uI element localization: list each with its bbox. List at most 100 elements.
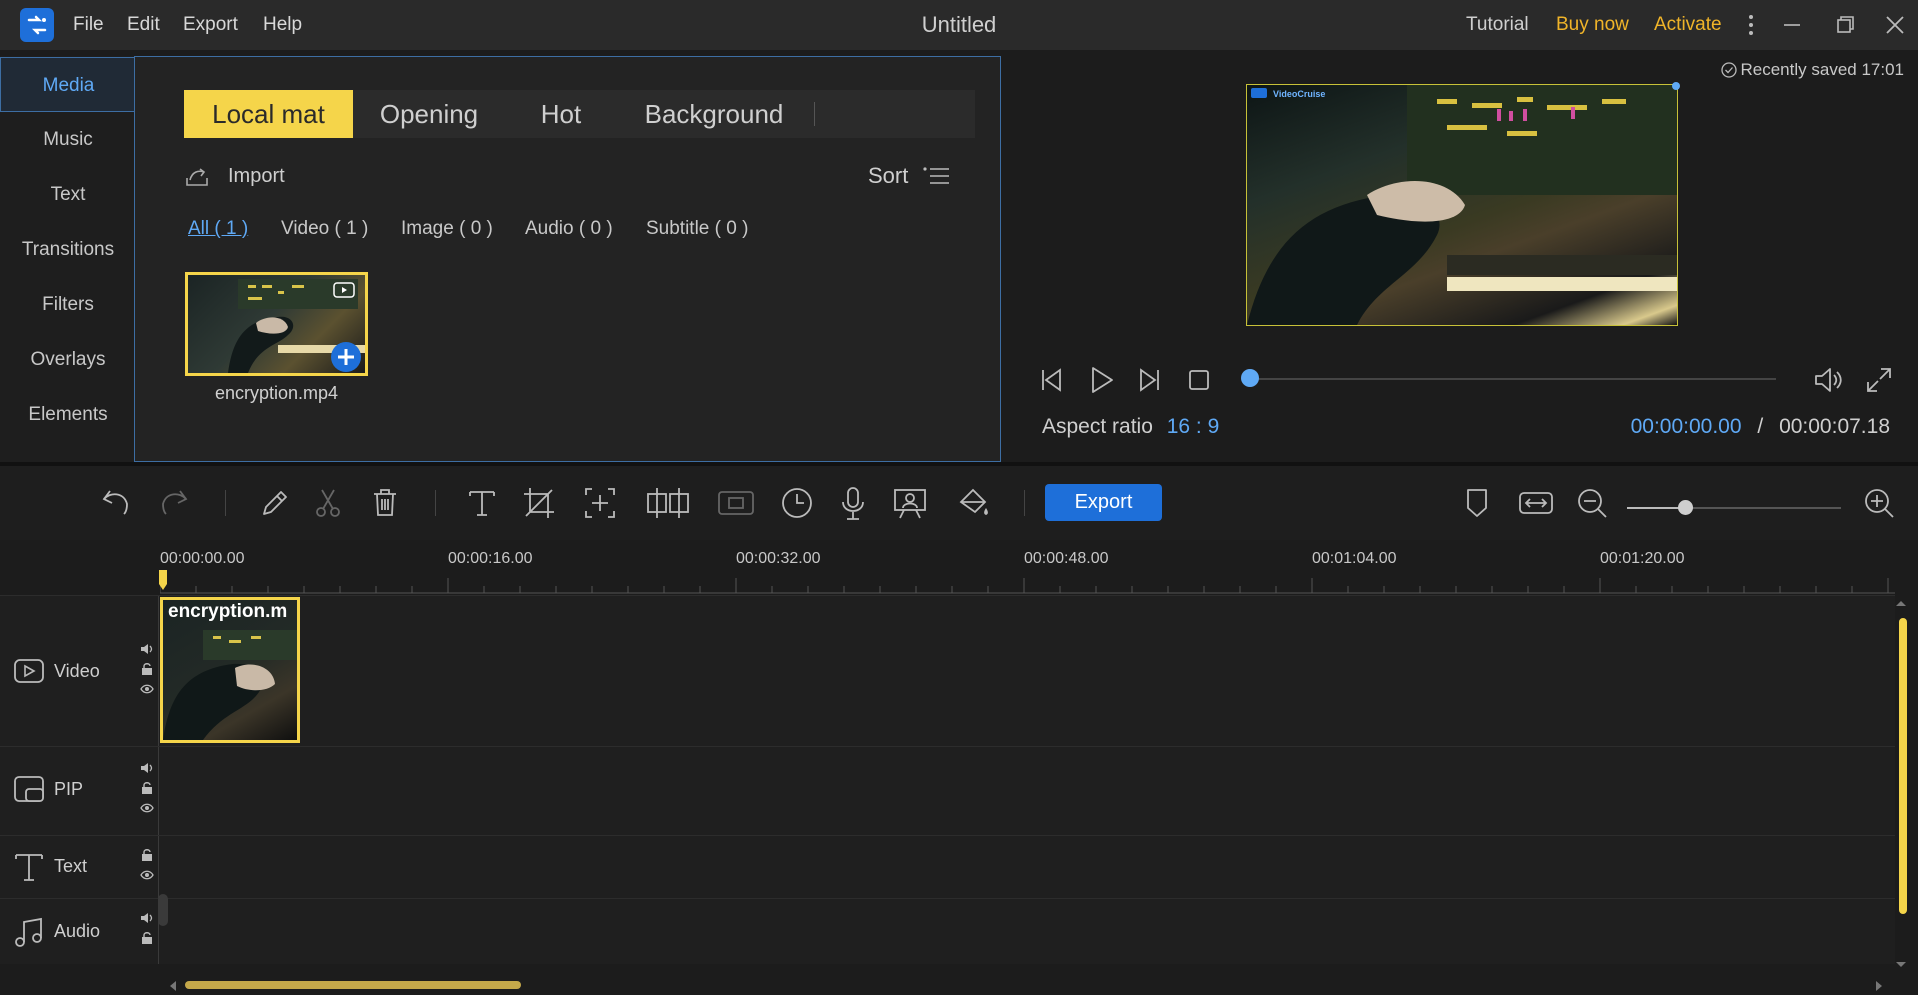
crop-icon[interactable] (520, 484, 558, 522)
ruler-ticks (160, 578, 1895, 594)
add-to-timeline-icon[interactable] (330, 341, 362, 373)
import-button[interactable]: Import (184, 165, 285, 188)
timeline-ruler[interactable]: 00:00:00.00 00:00:16.00 00:00:32.00 00:0… (160, 540, 1895, 594)
playback-progress-track[interactable] (1246, 378, 1776, 380)
more-options-icon[interactable] (1736, 10, 1766, 40)
speaker-icon[interactable] (140, 642, 154, 656)
aspect-ratio: Aspect ratio 16 : 9 (1042, 415, 1219, 439)
filter-all[interactable]: All ( 1 ) (188, 218, 248, 240)
filter-video[interactable]: Video ( 1 ) (281, 218, 368, 240)
current-time: 00:00:00.00 (1630, 415, 1742, 438)
filter-image[interactable]: Image ( 0 ) (401, 218, 493, 240)
playback-progress-knob[interactable] (1241, 369, 1259, 387)
track-header: PIP (0, 747, 158, 835)
video-track-icon (12, 654, 46, 688)
scroll-right-arrow-icon[interactable] (1874, 980, 1884, 992)
play-icon[interactable] (1085, 364, 1117, 396)
tab-opening[interactable]: Opening (353, 90, 505, 138)
cut-icon[interactable] (309, 484, 347, 522)
prev-frame-icon[interactable] (1036, 364, 1068, 396)
speaker-icon[interactable] (140, 911, 154, 925)
paint-bucket-icon[interactable] (955, 484, 993, 522)
nav-overlays[interactable]: Overlays (0, 332, 136, 387)
toolbar-divider (435, 490, 436, 516)
buy-now-link[interactable]: Buy now (1556, 14, 1629, 36)
fit-timeline-icon[interactable] (1516, 484, 1556, 522)
mosaic-icon[interactable] (716, 484, 756, 522)
document-title: Untitled (921, 12, 997, 37)
horizontal-scrollbar-thumb[interactable] (185, 981, 521, 989)
clip-title: encryption.m (168, 601, 288, 622)
text-tool-icon[interactable] (463, 484, 501, 522)
nav-transitions[interactable]: Transitions (0, 222, 136, 277)
nav-elements[interactable]: Elements (0, 387, 136, 442)
toolbar-divider (225, 490, 226, 516)
edit-pencil-icon[interactable] (255, 484, 293, 522)
sort-label: Sort (868, 163, 909, 188)
stop-icon[interactable] (1183, 364, 1215, 396)
sort-button[interactable]: Sort (868, 163, 950, 189)
close-icon[interactable] (1880, 10, 1910, 40)
track-label: Text (54, 856, 88, 876)
vertical-scrollbar-thumb[interactable] (1899, 618, 1907, 914)
scroll-left-arrow-icon[interactable] (168, 980, 178, 992)
zoom-frame-icon[interactable] (581, 484, 619, 522)
video-type-icon (333, 280, 355, 298)
tab-hot[interactable]: Hot (505, 90, 617, 138)
eye-icon[interactable] (140, 801, 154, 815)
track-divider (158, 596, 159, 746)
eye-icon[interactable] (140, 682, 154, 696)
activate-link[interactable]: Activate (1654, 14, 1722, 36)
zoom-slider-knob[interactable] (1678, 500, 1693, 515)
aspect-ratio-label: Aspect ratio (1042, 415, 1153, 438)
scroll-down-arrow-icon[interactable] (1894, 960, 1908, 970)
microphone-icon[interactable] (834, 484, 872, 522)
export-button[interactable]: Export (1045, 484, 1162, 521)
redo-icon[interactable] (156, 484, 194, 522)
undo-icon[interactable] (96, 484, 134, 522)
next-frame-icon[interactable] (1133, 364, 1165, 396)
lock-icon[interactable] (140, 848, 154, 862)
filter-subtitle[interactable]: Subtitle ( 0 ) (646, 218, 748, 240)
fullscreen-icon[interactable] (1863, 364, 1895, 396)
filter-audio[interactable]: Audio ( 0 ) (525, 218, 613, 240)
nav-music[interactable]: Music (0, 112, 136, 167)
nav-filters[interactable]: Filters (0, 277, 136, 332)
track-audio: Audio (0, 898, 1895, 964)
zoom-out-icon[interactable] (1573, 484, 1611, 522)
scroll-up-arrow-icon[interactable] (1894, 598, 1908, 608)
speaker-icon[interactable] (140, 761, 154, 775)
track-controls (140, 642, 156, 702)
lock-icon[interactable] (140, 931, 154, 945)
minimize-icon[interactable] (1777, 10, 1807, 40)
restore-icon[interactable] (1830, 10, 1860, 40)
eye-icon[interactable] (140, 868, 154, 882)
time-display: 00:00:00.00 / 00:00:07.18 (1631, 415, 1890, 439)
zoom-in-icon[interactable] (1860, 484, 1898, 522)
volume-icon[interactable] (1812, 364, 1844, 396)
split-screen-icon[interactable] (645, 484, 691, 522)
nav-media[interactable]: Media (0, 57, 136, 112)
lock-icon[interactable] (140, 781, 154, 795)
tab-local-mat[interactable]: Local mat (184, 90, 353, 138)
track-controls (140, 848, 156, 888)
tab-background[interactable]: Background (617, 90, 811, 138)
delete-icon[interactable] (366, 484, 404, 522)
track-header: Text (0, 836, 158, 898)
import-label: Import (228, 165, 285, 187)
screen-record-icon[interactable] (891, 484, 929, 522)
duration-clock-icon[interactable] (778, 484, 816, 522)
marker-icon[interactable] (1458, 484, 1496, 522)
track-label: Video (54, 661, 100, 681)
lock-icon[interactable] (140, 662, 154, 676)
track-header: Audio (0, 899, 158, 964)
resize-handle[interactable] (1672, 82, 1680, 90)
tutorial-link[interactable]: Tutorial (1466, 14, 1529, 36)
aspect-ratio-value[interactable]: 16 : 9 (1167, 415, 1220, 438)
video-preview[interactable] (1246, 84, 1678, 326)
track-controls (140, 911, 156, 951)
time-separator: / (1757, 415, 1764, 438)
nav-text[interactable]: Text (0, 167, 136, 222)
track-resize-handle[interactable] (158, 894, 168, 926)
track-divider (158, 836, 159, 898)
